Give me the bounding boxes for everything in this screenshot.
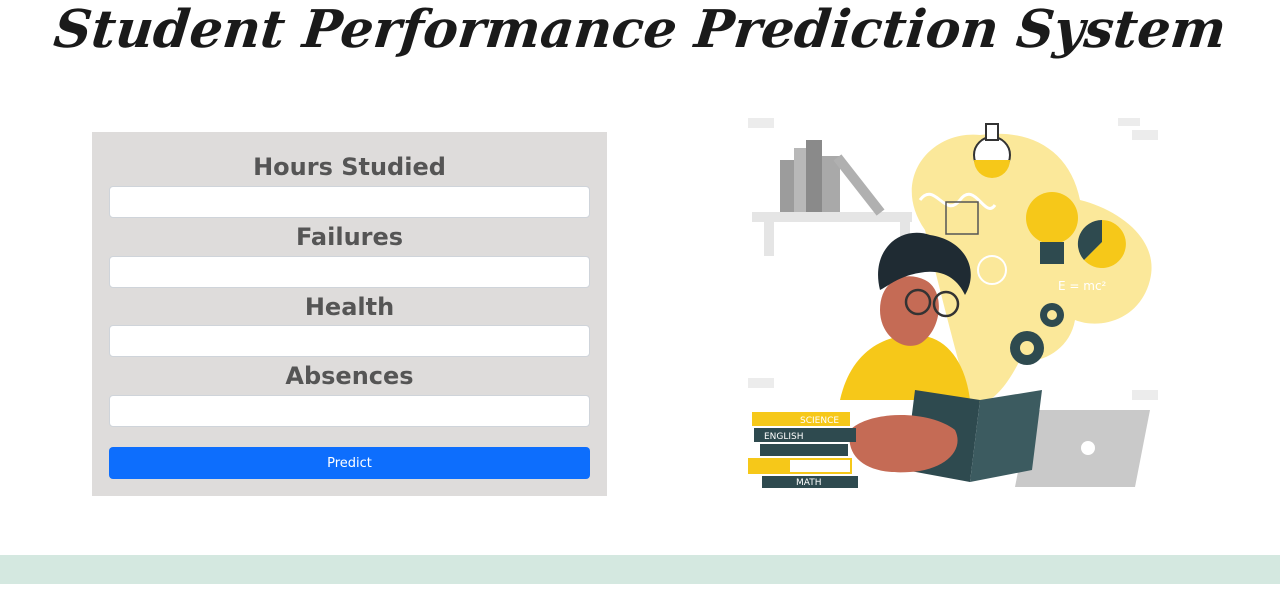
decor-tile <box>1132 390 1158 400</box>
book-label-english: ENGLISH <box>764 432 804 442</box>
formula-text: E = mc² <box>1058 279 1107 293</box>
page: Student Performance Prediction System Ho… <box>0 0 1280 597</box>
failures-label: Failures <box>295 223 404 251</box>
decor-tile <box>1118 118 1140 126</box>
footer-band <box>0 555 1280 584</box>
hours-studied-label: Hours Studied <box>253 153 446 181</box>
book-label-math: MATH <box>796 478 822 488</box>
absences-input[interactable] <box>109 395 590 427</box>
health-label: Health <box>304 293 395 321</box>
bookshelf <box>752 140 912 256</box>
page-title: Student Performance Prediction System <box>51 0 1230 60</box>
failures-input[interactable] <box>109 256 590 288</box>
decor-tile <box>1132 130 1158 140</box>
book-label-science: SCIENCE <box>800 416 839 426</box>
decor-tile <box>748 118 774 128</box>
predict-button[interactable]: Predict <box>109 447 590 479</box>
decor-tile <box>748 378 774 388</box>
student-reading-illustration: E = mc² SCIENCE ENGLISH MATH <box>748 118 1158 488</box>
hours-studied-input[interactable] <box>109 186 590 218</box>
prediction-form: Hours Studied Failures Health Absences P… <box>92 132 607 496</box>
absences-label: Absences <box>285 362 414 390</box>
health-input[interactable] <box>109 325 590 357</box>
